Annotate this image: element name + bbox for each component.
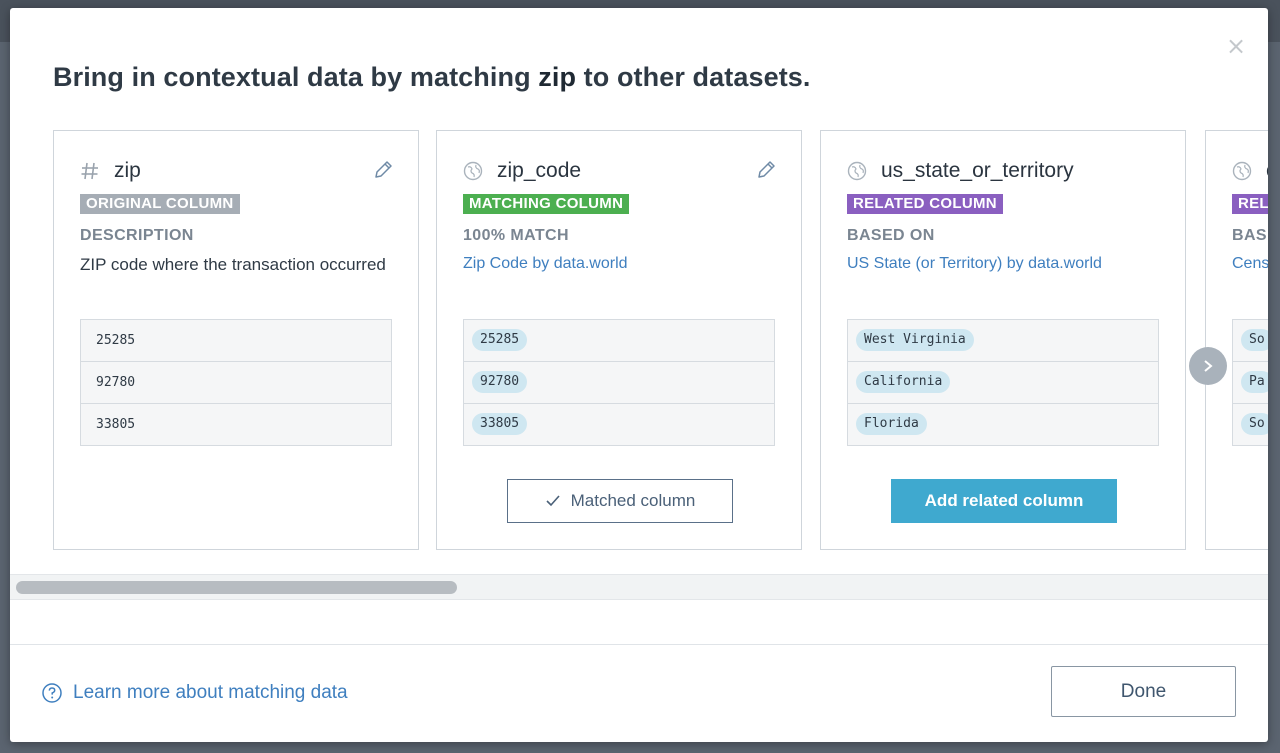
- sample-values-table: West Virginia California Florida: [847, 319, 1159, 446]
- matched-column-label: Matched column: [570, 491, 696, 510]
- pencil-icon[interactable]: [755, 159, 777, 181]
- meta-label: BASED ON: [847, 227, 935, 244]
- meta-label: DESCRIPTION: [80, 227, 194, 244]
- learn-more-text: Learn more about matching data: [73, 682, 348, 703]
- matched-column-button[interactable]: Matched column: [507, 479, 733, 523]
- card-header: zip: [80, 157, 394, 187]
- column-name: us_state_or_territory: [881, 159, 1074, 182]
- card-header: c: [1232, 157, 1268, 187]
- table-row: Pa: [1233, 362, 1268, 404]
- checkmark-icon: [546, 495, 560, 507]
- column-description: ZIP code where the transaction occurred: [80, 255, 386, 274]
- sample-values-table: 25285 92780 33805: [463, 319, 775, 446]
- horizontal-scrollbar[interactable]: [10, 574, 1268, 600]
- column-name: c: [1266, 159, 1268, 183]
- table-row: 25285: [81, 320, 391, 362]
- card-original-column: zip ORIGINAL COLUMN DESCRIPTION ZIP code…: [53, 130, 419, 550]
- table-row: Florida: [848, 404, 1158, 446]
- table-row: So: [1233, 404, 1268, 446]
- table-row: 33805: [464, 404, 774, 446]
- title-prefix: Bring in contextual data by matching: [53, 62, 539, 92]
- table-row: West Virginia: [848, 320, 1158, 362]
- add-related-column-button[interactable]: Add related column: [891, 479, 1117, 523]
- card-matching-column: zip_code MATCHING COLUMN 100% MATCH Zip …: [436, 130, 802, 550]
- learn-more-link[interactable]: Learn more about matching data: [41, 682, 348, 704]
- sample-values-table: So Pa So: [1232, 319, 1268, 446]
- table-row: 92780: [464, 362, 774, 404]
- table-row: California: [848, 362, 1158, 404]
- badge-related-column: REL: [1232, 194, 1268, 214]
- dataset-link[interactable]: Cens: [1232, 255, 1268, 273]
- title-column-name: zip: [538, 62, 577, 92]
- hash-icon: [81, 162, 98, 180]
- card-header: us_state_or_territory: [847, 157, 1161, 187]
- matching-data-modal: × Bring in contextual data by matching z…: [10, 8, 1268, 742]
- sample-values-table: 25285 92780 33805: [80, 319, 392, 446]
- modal-title: Bring in contextual data by matching zip…: [53, 62, 811, 93]
- badge-related-column: RELATED COLUMN: [847, 194, 1003, 214]
- table-row: So: [1233, 320, 1268, 362]
- pencil-icon[interactable]: [372, 159, 394, 181]
- globe-icon: [463, 161, 483, 181]
- title-suffix: to other datasets.: [576, 62, 811, 92]
- globe-icon: [1232, 161, 1252, 181]
- scroll-next-button[interactable]: [1189, 347, 1227, 385]
- close-icon[interactable]: ×: [1226, 34, 1246, 58]
- dataset-link[interactable]: US State (or Territory) by data.world: [847, 255, 1161, 273]
- table-row: 33805: [96, 417, 136, 432]
- dataset-link[interactable]: Zip Code by data.world: [463, 255, 777, 273]
- scrollbar-thumb[interactable]: [16, 581, 457, 594]
- column-name: zip_code: [497, 159, 582, 182]
- badge-matching-column: MATCHING COLUMN: [463, 194, 630, 214]
- done-button[interactable]: Done: [1051, 666, 1236, 717]
- footer-divider: [10, 644, 1268, 645]
- column-name: zip: [114, 159, 141, 182]
- chevron-right-icon: [1204, 360, 1213, 372]
- question-circle-icon: [42, 683, 62, 703]
- card-related-column-partial: c REL BAS Cens So Pa So: [1205, 130, 1268, 550]
- table-row: 25285: [464, 320, 774, 362]
- badge-original-column: ORIGINAL COLUMN: [80, 194, 240, 214]
- card-related-column: us_state_or_territory RELATED COLUMN BAS…: [820, 130, 1186, 550]
- globe-icon: [847, 161, 867, 181]
- meta-label: BAS: [1232, 227, 1267, 244]
- card-header: zip_code: [463, 157, 777, 187]
- cards-carousel: zip ORIGINAL COLUMN DESCRIPTION ZIP code…: [10, 130, 1268, 576]
- meta-label: 100% MATCH: [463, 227, 569, 244]
- table-row: 92780: [81, 362, 391, 404]
